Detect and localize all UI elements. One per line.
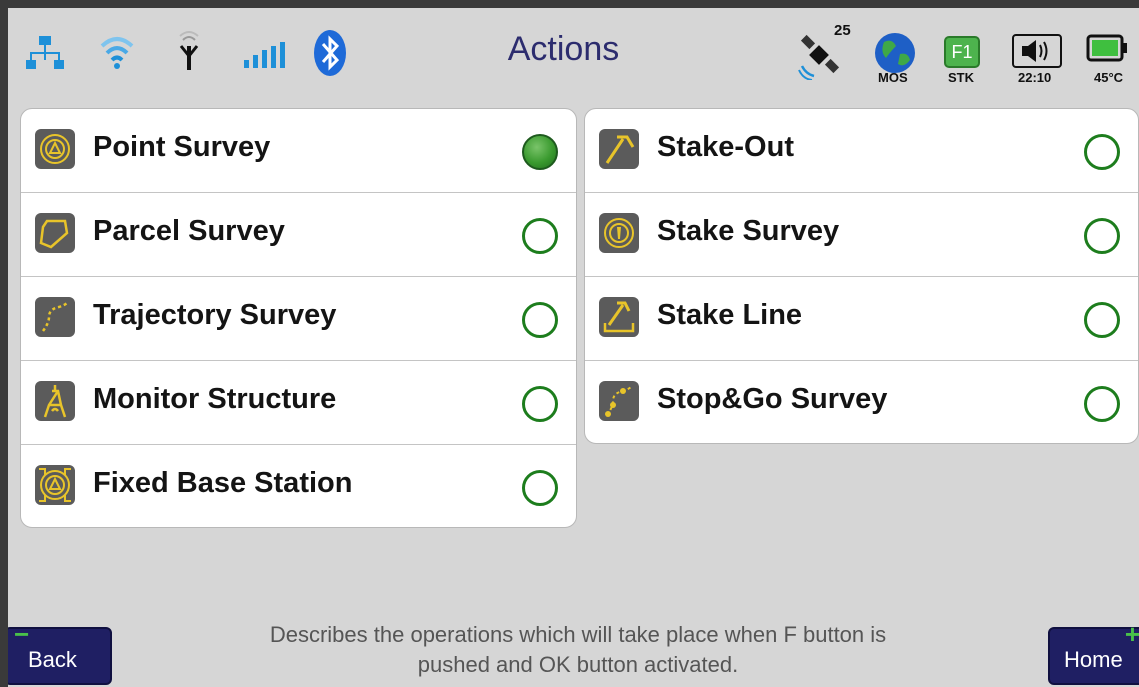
- point-survey-icon: [35, 129, 75, 169]
- action-label: Point Survey: [93, 131, 271, 163]
- back-button[interactable]: − Back: [8, 619, 112, 685]
- action-stake-survey[interactable]: Stake Survey: [585, 193, 1138, 277]
- action-label: Fixed Base Station: [93, 467, 353, 499]
- action-fixed-base-station[interactable]: Fixed Base Station: [21, 445, 576, 527]
- action-label: Stake-Out: [657, 131, 794, 163]
- battery-icon: [1086, 34, 1127, 62]
- monitor-structure-icon: [35, 381, 75, 421]
- stake-survey-icon: [599, 213, 639, 253]
- radio-unselected[interactable]: [522, 470, 558, 506]
- radio-unselected[interactable]: [1084, 386, 1120, 422]
- stake-line-icon: [599, 297, 639, 337]
- plus-icon: +: [1124, 619, 1139, 649]
- action-point-survey[interactable]: Point Survey: [21, 109, 576, 193]
- action-label: Parcel Survey: [93, 215, 285, 247]
- action-stop-go-survey[interactable]: Stop&Go Survey: [585, 361, 1138, 443]
- minus-icon: −: [14, 619, 30, 649]
- action-stake-line[interactable]: Stake Line: [585, 277, 1138, 361]
- speaker-icon: [1012, 34, 1062, 68]
- left-action-list: Point Survey Parcel Survey Trajectory Su…: [20, 108, 577, 528]
- satellite-icon: [798, 34, 840, 80]
- action-label: Monitor Structure: [93, 383, 337, 415]
- radio-selected[interactable]: [522, 134, 558, 170]
- network-label: MOS: [878, 70, 908, 85]
- back-label: Back: [28, 647, 77, 672]
- action-label: Stake Survey: [657, 215, 840, 247]
- action-stake-out[interactable]: Stake-Out: [585, 109, 1138, 193]
- action-label: Trajectory Survey: [93, 299, 337, 331]
- globe-icon: [875, 33, 915, 73]
- status-bar: Actions 25 MOS F1 STK 22:10 45°C: [8, 8, 1139, 96]
- home-label: Home: [1064, 647, 1123, 672]
- stake-out-icon: [599, 129, 639, 169]
- parcel-survey-icon: [35, 213, 75, 253]
- trajectory-survey-icon: [35, 297, 75, 337]
- home-button[interactable]: + Home: [1048, 619, 1139, 685]
- radio-unselected[interactable]: [1084, 218, 1120, 254]
- fixed-base-station-icon: [35, 465, 75, 505]
- action-label: Stop&Go Survey: [657, 383, 888, 415]
- action-description: Describes the operations which will take…: [269, 622, 887, 677]
- radio-unselected[interactable]: [1084, 302, 1120, 338]
- radio-unselected[interactable]: [522, 218, 558, 254]
- radio-unselected[interactable]: [522, 386, 558, 422]
- radio-unselected[interactable]: [1084, 134, 1120, 170]
- action-trajectory-survey[interactable]: Trajectory Survey: [21, 277, 576, 361]
- mode-badge-icon: F1: [944, 36, 980, 68]
- mode-label: STK: [948, 70, 974, 85]
- screen: Actions 25 MOS F1 STK 22:10 45°C Point S…: [8, 8, 1139, 687]
- action-label: Stake Line: [657, 299, 803, 331]
- stop-go-survey-icon: [599, 381, 639, 421]
- clock: 22:10: [1018, 70, 1052, 85]
- right-action-list: Stake-Out Stake Survey Stake Line Stop&G…: [584, 108, 1139, 444]
- satellite-count: 25: [834, 22, 851, 39]
- radio-unselected[interactable]: [522, 302, 558, 338]
- action-parcel-survey[interactable]: Parcel Survey: [21, 193, 576, 277]
- action-monitor-structure[interactable]: Monitor Structure: [21, 361, 576, 445]
- temperature: 45°C: [1094, 70, 1124, 85]
